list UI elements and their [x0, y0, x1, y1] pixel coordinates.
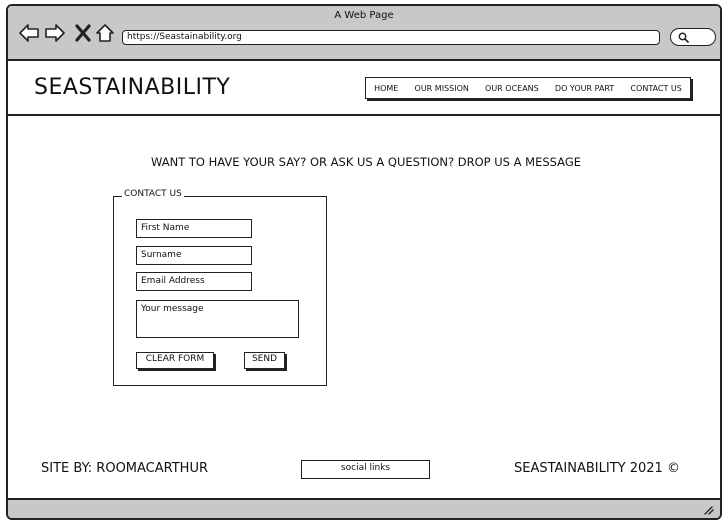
url-bar[interactable]: https://Seastainability.org — [122, 30, 660, 45]
forward-arrow-icon[interactable] — [44, 22, 66, 44]
home-icon[interactable] — [94, 22, 116, 44]
browser-chrome: A Web Page https://Seastainability.org — [8, 6, 720, 61]
clear-form-button[interactable]: CLEAR FORM — [136, 352, 214, 369]
surname-field[interactable]: Surname — [136, 246, 252, 265]
copyright: SEASTAINABILITY 2021 © — [514, 461, 680, 476]
contact-form: CONTACT US First Name Surname Email Addr… — [113, 189, 327, 386]
site-logo[interactable]: SEASTAINABILITY — [34, 75, 230, 100]
site-header: SEASTAINABILITY HOME OUR MISSION OUR OCE… — [8, 61, 720, 116]
site-credit: SITE BY: ROOMACARTHUR — [41, 461, 209, 476]
message-field[interactable]: Your message — [136, 300, 299, 338]
contact-form-legend: CONTACT US — [122, 189, 184, 199]
main-nav: HOME OUR MISSION OUR OCEANS DO YOUR PART… — [365, 77, 691, 99]
back-arrow-icon[interactable] — [18, 22, 40, 44]
resize-handle-icon[interactable] — [702, 505, 714, 515]
nav-our-mission[interactable]: OUR MISSION — [415, 84, 469, 93]
browser-window: A Web Page https://Seastainability.org S… — [6, 4, 722, 520]
nav-contact-us[interactable]: CONTACT US — [630, 84, 681, 93]
email-field[interactable]: Email Address — [136, 272, 252, 291]
nav-our-oceans[interactable]: OUR OCEANS — [485, 84, 539, 93]
browser-search-field[interactable] — [670, 28, 716, 46]
contact-prompt: WANT TO HAVE YOUR SAY? OR ASK US A QUEST… — [150, 155, 582, 169]
close-icon[interactable] — [72, 22, 94, 44]
nav-home[interactable]: HOME — [374, 84, 398, 93]
first-name-field[interactable]: First Name — [136, 219, 252, 238]
status-bar — [8, 498, 720, 518]
nav-do-your-part[interactable]: DO YOUR PART — [555, 84, 614, 93]
send-button[interactable]: SEND — [244, 352, 285, 369]
window-title: A Web Page — [334, 10, 394, 21]
search-icon — [678, 32, 689, 43]
social-links[interactable]: social links — [301, 460, 430, 479]
